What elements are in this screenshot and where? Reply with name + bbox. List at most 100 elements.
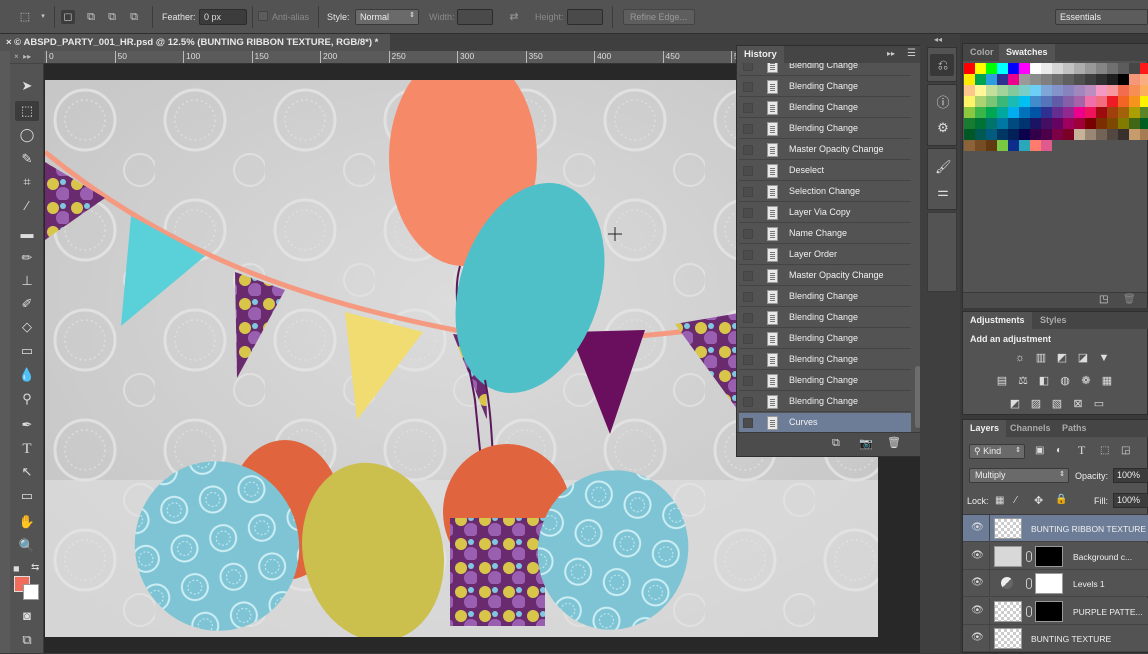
tab-swatches[interactable]: Swatches (999, 44, 1055, 61)
width-input[interactable] (457, 9, 493, 25)
color-swatch[interactable] (1030, 118, 1041, 129)
gradient-tool-icon[interactable]: ▭ (15, 341, 39, 361)
color-swatch[interactable] (1129, 107, 1140, 118)
color-swatch[interactable] (1129, 74, 1140, 85)
properties-icon[interactable]: ⚙ (935, 120, 951, 136)
color-swatch[interactable] (1107, 129, 1118, 140)
subtract-from-selection-icon[interactable]: ⧉ (105, 10, 119, 24)
swap-width-height-icon[interactable]: ⇄ (507, 10, 521, 24)
layer-filter-kind-select[interactable]: ⚲ Kind ⇕ (969, 444, 1025, 459)
color-swatch[interactable] (975, 129, 986, 140)
color-swatch[interactable] (964, 107, 975, 118)
color-swatch[interactable] (1096, 118, 1107, 129)
curves-icon[interactable]: ◩ (1055, 352, 1069, 364)
color-swatch[interactable] (986, 107, 997, 118)
color-swatch[interactable] (1008, 85, 1019, 96)
background-color-swatch[interactable] (23, 584, 39, 600)
visibility-eye-icon[interactable]: 👁 (971, 578, 984, 588)
color-swatch[interactable] (986, 118, 997, 129)
color-swatch[interactable] (964, 140, 975, 151)
tab-layers[interactable]: Layers (963, 420, 1007, 437)
color-swatch[interactable] (1008, 118, 1019, 129)
filter-adjustment-layers-icon[interactable]: ◐ (1056, 445, 1062, 456)
history-state-checkbox[interactable] (743, 82, 753, 92)
posterize-icon[interactable]: ▨ (1029, 398, 1043, 410)
new-document-from-state-icon[interactable]: ⧉ (832, 437, 840, 450)
color-swatch[interactable] (975, 85, 986, 96)
color-swatch[interactable] (1063, 96, 1074, 107)
color-swatch[interactable] (1118, 85, 1129, 96)
color-swatch[interactable] (1074, 74, 1085, 85)
color-swatch[interactable] (964, 85, 975, 96)
color-swatch[interactable] (1085, 74, 1096, 85)
color-swatch[interactable] (1096, 85, 1107, 96)
filter-type-layers-icon[interactable]: T (1078, 443, 1085, 458)
color-swatch[interactable] (997, 107, 1008, 118)
history-state[interactable]: Blending Change (739, 329, 911, 349)
move-tool-icon[interactable]: ➤ (15, 76, 39, 96)
brush-settings-icon[interactable]: ⚌ (935, 184, 951, 200)
color-swatch[interactable] (975, 96, 986, 107)
tab-channels[interactable]: Channels (1003, 420, 1058, 437)
color-swatch[interactable] (1074, 63, 1085, 74)
color-swatch[interactable] (997, 85, 1008, 96)
color-swatch[interactable] (986, 129, 997, 140)
color-swatch[interactable] (1030, 129, 1041, 140)
brush-presets-icon[interactable]: 🖌 (935, 159, 952, 175)
marquee-tool-preset-icon[interactable]: ⬚ (18, 10, 32, 24)
history-state[interactable]: Blending Change (739, 77, 911, 97)
preset-dropdown-icon[interactable]: ▾ (36, 10, 50, 24)
color-swatch[interactable] (975, 74, 986, 85)
opacity-input[interactable]: 100% (1113, 468, 1148, 483)
color-swatch[interactable] (1107, 85, 1118, 96)
blend-mode-select[interactable]: Multiply ⇕ (969, 468, 1069, 483)
document-tab[interactable]: × © ABSPD_PARTY_001_HR.psd @ 12.5% (BUNT… (0, 34, 390, 51)
color-swatch[interactable] (1030, 74, 1041, 85)
tab-color[interactable]: Color (963, 44, 1001, 61)
lock-all-icon[interactable]: 🔒 (1055, 494, 1067, 505)
color-swatch[interactable] (1063, 63, 1074, 74)
color-swatch[interactable] (1041, 107, 1052, 118)
history-state-checkbox[interactable] (743, 397, 753, 407)
new-selection-icon[interactable]: ◻ (61, 10, 75, 24)
history-state[interactable]: Layer Order (739, 245, 911, 265)
color-swatch[interactable] (1052, 129, 1063, 140)
layer-row[interactable]: 👁 Background c... (963, 542, 1148, 570)
color-swatch[interactable] (1030, 85, 1041, 96)
photo-filter-icon[interactable]: ◍ (1058, 375, 1072, 387)
history-state-checkbox[interactable] (743, 355, 753, 365)
invert-icon[interactable]: ◩ (1008, 398, 1022, 410)
history-state[interactable]: Blending Change (739, 98, 911, 118)
history-panel-icon[interactable]: ⎌ (935, 57, 951, 73)
color-swatch[interactable] (1118, 129, 1129, 140)
vibrance-icon[interactable]: ▼ (1097, 352, 1111, 364)
history-state-checkbox[interactable] (743, 418, 753, 428)
hue-saturation-icon[interactable]: ▤ (995, 375, 1009, 387)
layer-mask-thumbnail[interactable] (1035, 600, 1063, 622)
color-swatch[interactable] (986, 140, 997, 151)
color-swatch[interactable] (1129, 129, 1140, 140)
color-swatch[interactable] (1140, 74, 1148, 85)
color-swatch[interactable] (1129, 85, 1140, 96)
color-swatch[interactable] (1118, 96, 1129, 107)
history-tab[interactable]: History (737, 46, 784, 63)
color-swatch[interactable] (975, 140, 986, 151)
history-state-checkbox[interactable] (743, 334, 753, 344)
color-swatch[interactable] (1019, 140, 1030, 151)
color-swatch[interactable] (1118, 63, 1129, 74)
filter-shape-layers-icon[interactable]: ⬚ (1100, 445, 1109, 456)
visibility-eye-icon[interactable]: 👁 (971, 633, 984, 643)
color-swatch[interactable] (1118, 74, 1129, 85)
levels-icon[interactable]: ▥ (1034, 352, 1048, 364)
collapse-panel-icon[interactable]: ▸▸ (887, 49, 895, 58)
color-swatch[interactable] (1096, 96, 1107, 107)
color-swatch[interactable] (1096, 74, 1107, 85)
color-swatch[interactable] (1041, 96, 1052, 107)
eraser-tool-icon[interactable]: ◇ (15, 317, 39, 337)
color-swatch[interactable] (1096, 107, 1107, 118)
color-swatch[interactable] (1140, 129, 1148, 140)
color-swatch[interactable] (975, 118, 986, 129)
color-swatch[interactable] (1085, 118, 1096, 129)
color-swatch[interactable] (1129, 118, 1140, 129)
filter-pixel-layers-icon[interactable]: ▣ (1035, 445, 1044, 456)
